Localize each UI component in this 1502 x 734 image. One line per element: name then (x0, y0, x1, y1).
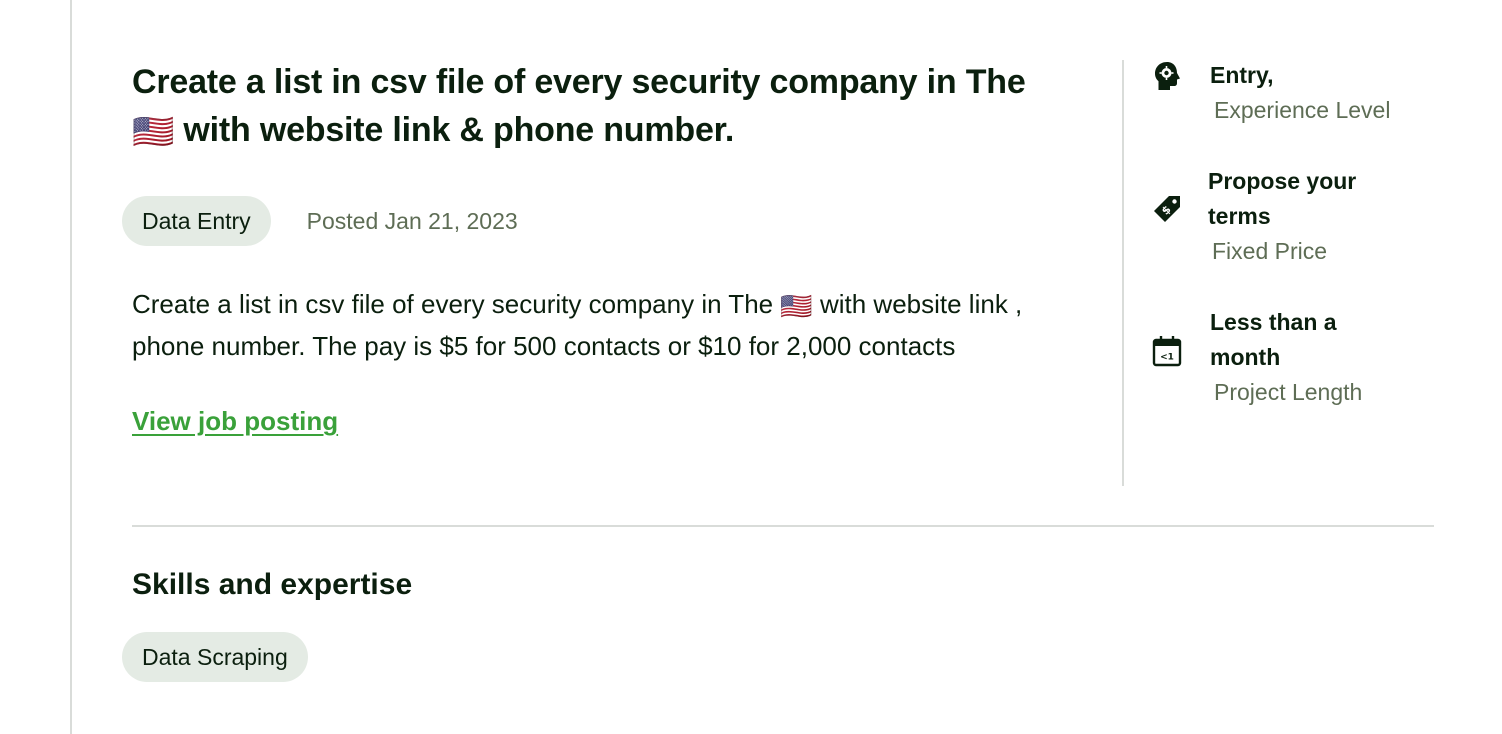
job-title: Create a list in csv file of every secur… (132, 58, 1072, 156)
job-main-column: Create a list in csv file of every secur… (122, 58, 1072, 437)
job-attributes-sidebar: Entry, Experience Level $ Propose your t… (1152, 58, 1452, 446)
project-length-caption: Project Length (1214, 379, 1363, 405)
job-title-text-start: Create a list in csv file of every secur… (132, 63, 1026, 101)
experience-level-caption: Experience Level (1214, 97, 1391, 123)
skill-chip[interactable]: Data Scraping (122, 632, 308, 682)
job-description-text-start: Create a list in csv file of every secur… (132, 289, 774, 320)
skills-section-title: Skills and expertise (132, 568, 413, 601)
experience-level-value: Entry, (1210, 62, 1274, 88)
experience-level-item: Entry, Experience Level (1152, 58, 1452, 128)
price-type-caption: Fixed Price (1212, 238, 1328, 264)
category-chip[interactable]: Data Entry (122, 196, 271, 247)
left-divider (70, 0, 72, 734)
project-length-value: Less than a month (1210, 309, 1337, 370)
experience-head-icon (1152, 60, 1186, 94)
section-divider (132, 525, 1434, 527)
us-flag-icon: 🇺🇸 (132, 113, 175, 152)
price-tag-icon: $ (1152, 194, 1186, 228)
view-job-posting-link[interactable]: View job posting (132, 406, 338, 437)
svg-text:<1: <1 (1160, 353, 1174, 363)
posted-date: Posted Jan 21, 2023 (306, 207, 518, 234)
project-length-item: <1 Less than a month Project Length (1152, 305, 1452, 410)
price-type-item: $ Propose your terms Fixed Price (1152, 164, 1452, 269)
price-type-value: Propose your terms (1208, 168, 1357, 229)
job-meta-row: Data Entry Posted Jan 21, 2023 (122, 196, 1072, 247)
job-details-page: Create a list in csv file of every secur… (0, 0, 1502, 734)
skills-list: Data Scraping (122, 632, 308, 682)
job-description: Create a list in csv file of every secur… (132, 284, 1072, 366)
sidebar-divider (1122, 60, 1124, 486)
calendar-icon: <1 (1152, 335, 1186, 369)
us-flag-icon: 🇺🇸 (780, 291, 813, 322)
job-title-text-end: with website link & phone number. (183, 111, 735, 149)
